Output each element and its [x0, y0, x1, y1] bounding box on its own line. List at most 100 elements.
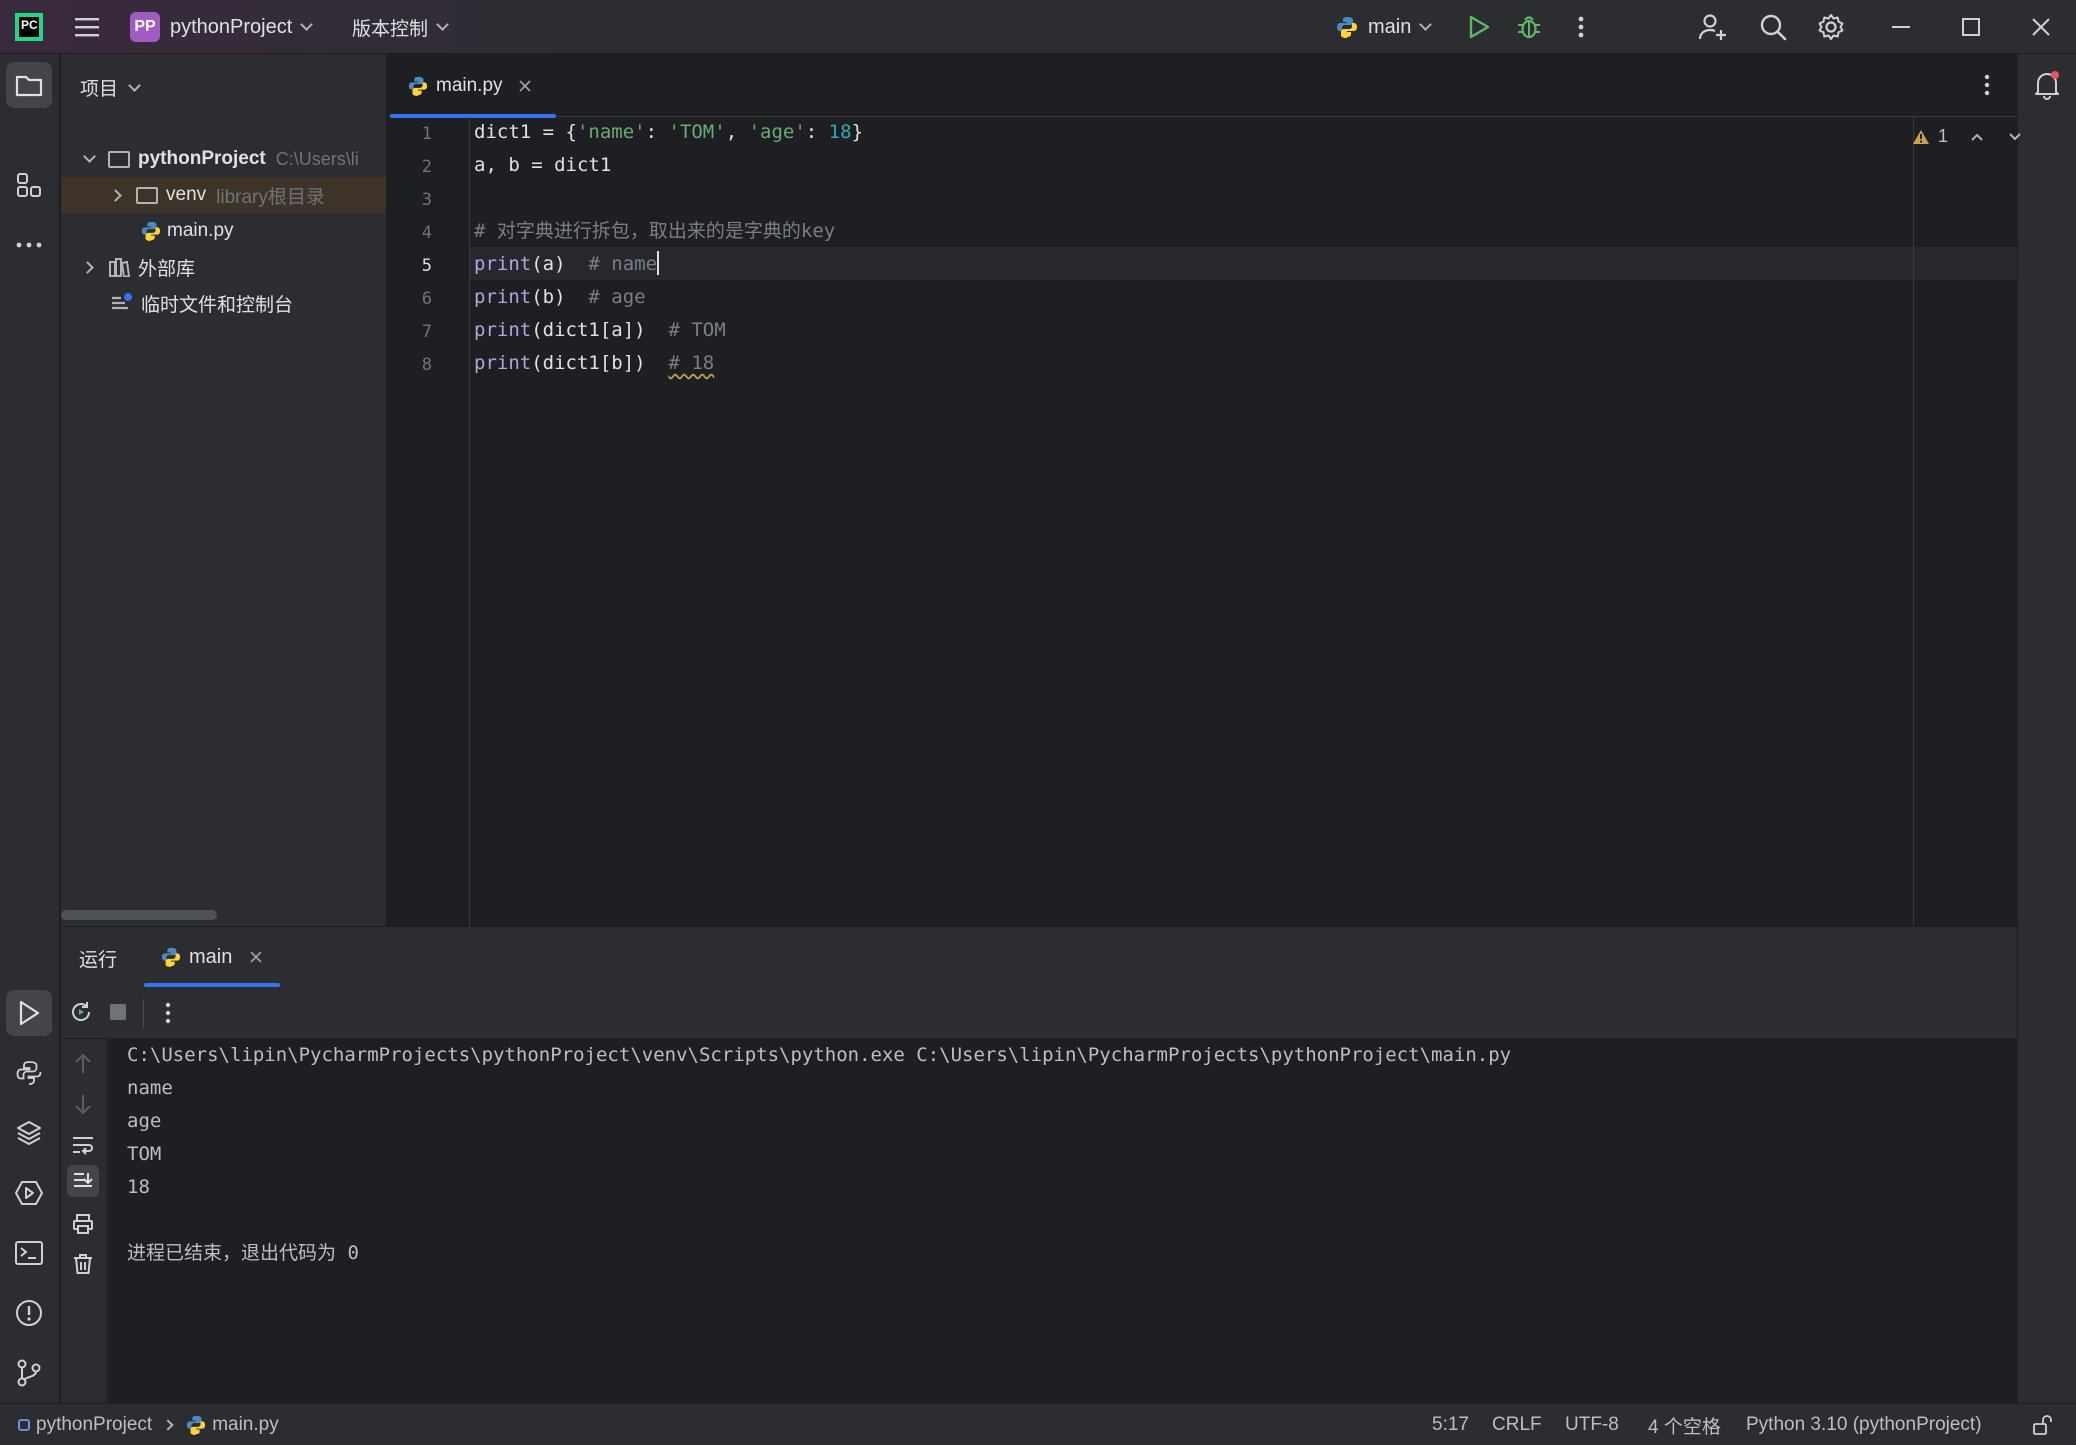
code-line-6[interactable]: print(b) # age: [474, 281, 646, 314]
add-user-icon[interactable]: [1696, 0, 1730, 54]
inspection-widget[interactable]: 1: [1912, 126, 2022, 147]
python-packages-button[interactable]: [6, 1110, 52, 1156]
project-panel-header[interactable]: 项目: [80, 74, 141, 101]
minimize-icon[interactable]: [1884, 0, 1918, 54]
close-tab-icon[interactable]: [250, 951, 262, 963]
tree-item-scratches[interactable]: 临时文件和控制台: [61, 285, 386, 321]
left-tool-strip: [0, 54, 60, 1403]
run-tab-main[interactable]: main: [161, 927, 262, 987]
run-tab-label: main: [189, 945, 233, 968]
run-more-options-icon[interactable]: [165, 1002, 171, 1024]
soft-wrap-icon[interactable]: [71, 1135, 95, 1155]
line-number: 8: [421, 355, 432, 375]
structure-tool-button[interactable]: [6, 162, 52, 208]
print-icon[interactable]: [72, 1213, 94, 1235]
breadcrumb-project[interactable]: pythonProject: [36, 1414, 152, 1436]
tree-item-label: venv: [166, 184, 207, 205]
main-menu-icon[interactable]: [70, 0, 104, 54]
folder-icon: [136, 186, 158, 204]
warning-count: 1: [1938, 126, 1949, 146]
warning-icon: [1913, 129, 1929, 144]
tree-item-label: main.py: [167, 220, 234, 241]
chevron-down-icon: [436, 18, 449, 31]
code-line-5[interactable]: print(a) # name: [474, 248, 660, 281]
file-encoding[interactable]: UTF-8: [1565, 1404, 1619, 1445]
console-line: TOM: [127, 1143, 162, 1165]
more-tools-icon[interactable]: [6, 222, 52, 268]
run-tool-button[interactable]: [6, 990, 52, 1036]
clear-trash-icon[interactable]: [73, 1253, 93, 1275]
editor-tab-bar: main.py: [388, 54, 2017, 118]
scroll-down-icon[interactable]: [73, 1093, 93, 1115]
python-interpreter[interactable]: Python 3.10 (pythonProject): [1746, 1404, 1982, 1445]
services-icon: [15, 1181, 43, 1205]
problems-button[interactable]: [6, 1290, 52, 1336]
code-line-1[interactable]: dict1 = {'name': 'TOM', 'age': 18}: [474, 116, 863, 149]
tab-main-py[interactable]: main.py: [388, 54, 556, 118]
console-exit-line: 进程已结束，退出代码为 0: [127, 1242, 359, 1264]
run-config-selector[interactable]: main: [1336, 0, 1440, 54]
code-line-8[interactable]: print(dict1[b]) # 18: [474, 347, 714, 380]
run-panel-title: 运行: [79, 950, 118, 971]
line-separator[interactable]: CRLF: [1492, 1404, 1542, 1445]
structure-icon: [17, 173, 41, 197]
breadcrumb-file[interactable]: main.py: [212, 1414, 279, 1436]
more-actions-icon[interactable]: [1566, 0, 1596, 54]
caret-position[interactable]: 5:17: [1432, 1404, 1469, 1445]
maximize-icon[interactable]: [1954, 0, 1988, 54]
settings-gear-icon[interactable]: [1814, 0, 1848, 54]
line-number: 4: [421, 223, 432, 243]
project-panel: 项目 pythonProject C:\Users\li venv librar…: [61, 54, 387, 926]
console-output[interactable]: C:\Users\lipin\PycharmProjects\pythonPro…: [108, 1039, 2017, 1404]
run-icon: [19, 1000, 40, 1026]
indent-setting[interactable]: 4 个空格: [1648, 1404, 1721, 1445]
tree-item-pythonproject[interactable]: pythonProject C:\Users\li: [61, 141, 386, 177]
terminal-button[interactable]: [6, 1230, 52, 1276]
python-console-icon: [16, 1061, 42, 1085]
toolbar-divider: [143, 999, 144, 1027]
git-branch-icon: [17, 1359, 41, 1387]
run-icon: [1469, 15, 1490, 39]
current-line-highlight: [470, 247, 2017, 280]
chevron-right-icon: [109, 188, 122, 202]
services-button[interactable]: [6, 1170, 52, 1216]
horizontal-scrollbar[interactable]: [61, 910, 217, 920]
editor-tab-options-icon[interactable]: [1984, 74, 1990, 96]
pycharm-logo-icon[interactable]: PC: [14, 0, 44, 54]
search-icon[interactable]: [1756, 0, 1790, 54]
chevron-down-icon[interactable]: [2008, 132, 2022, 142]
tree-item-hint: library根目录: [216, 186, 325, 208]
git-button[interactable]: [6, 1350, 52, 1396]
debug-button[interactable]: [1514, 0, 1544, 54]
scroll-up-icon[interactable]: [73, 1053, 93, 1075]
code-line-7[interactable]: print(dict1[a]) # TOM: [474, 314, 726, 347]
chevron-right-icon: [162, 1419, 174, 1431]
right-tool-strip: [2017, 54, 2076, 1403]
scroll-to-end-button[interactable]: [67, 1165, 99, 1197]
code-line-2[interactable]: a, b = dict1: [474, 149, 611, 182]
project-tool-button[interactable]: [6, 62, 52, 108]
run-button[interactable]: [1464, 0, 1494, 54]
close-window-icon[interactable]: [2024, 0, 2058, 54]
rerun-button[interactable]: [69, 1000, 93, 1024]
right-margin-guide: [1913, 117, 1914, 939]
bug-icon: [1518, 16, 1540, 39]
python-console-button[interactable]: [6, 1050, 52, 1096]
project-switcher[interactable]: PP pythonProject: [130, 0, 330, 54]
tree-item-main-py[interactable]: main.py: [61, 213, 386, 249]
close-tab-icon[interactable]: [518, 79, 531, 92]
chevron-down-icon: [300, 18, 314, 31]
stop-button[interactable]: [109, 1003, 127, 1021]
python-file-icon: [408, 76, 428, 96]
tree-item-venv[interactable]: venv library根目录: [61, 177, 386, 213]
run-config-label: main: [1368, 15, 1412, 38]
vcs-menu[interactable]: 版本控制: [352, 0, 462, 54]
chevron-up-icon[interactable]: [1970, 132, 1984, 142]
lock-icon[interactable]: [2032, 1404, 2052, 1445]
tree-item-external-libraries[interactable]: 外部库: [61, 249, 386, 285]
notifications-button[interactable]: [2024, 62, 2070, 108]
code-line-4[interactable]: # 对字典进行拆包，取出来的是字典的key: [474, 215, 835, 248]
breadcrumb: pythonProject main.py: [18, 1404, 279, 1445]
console-line: 18: [127, 1176, 150, 1198]
chevron-right-icon: [81, 260, 94, 274]
